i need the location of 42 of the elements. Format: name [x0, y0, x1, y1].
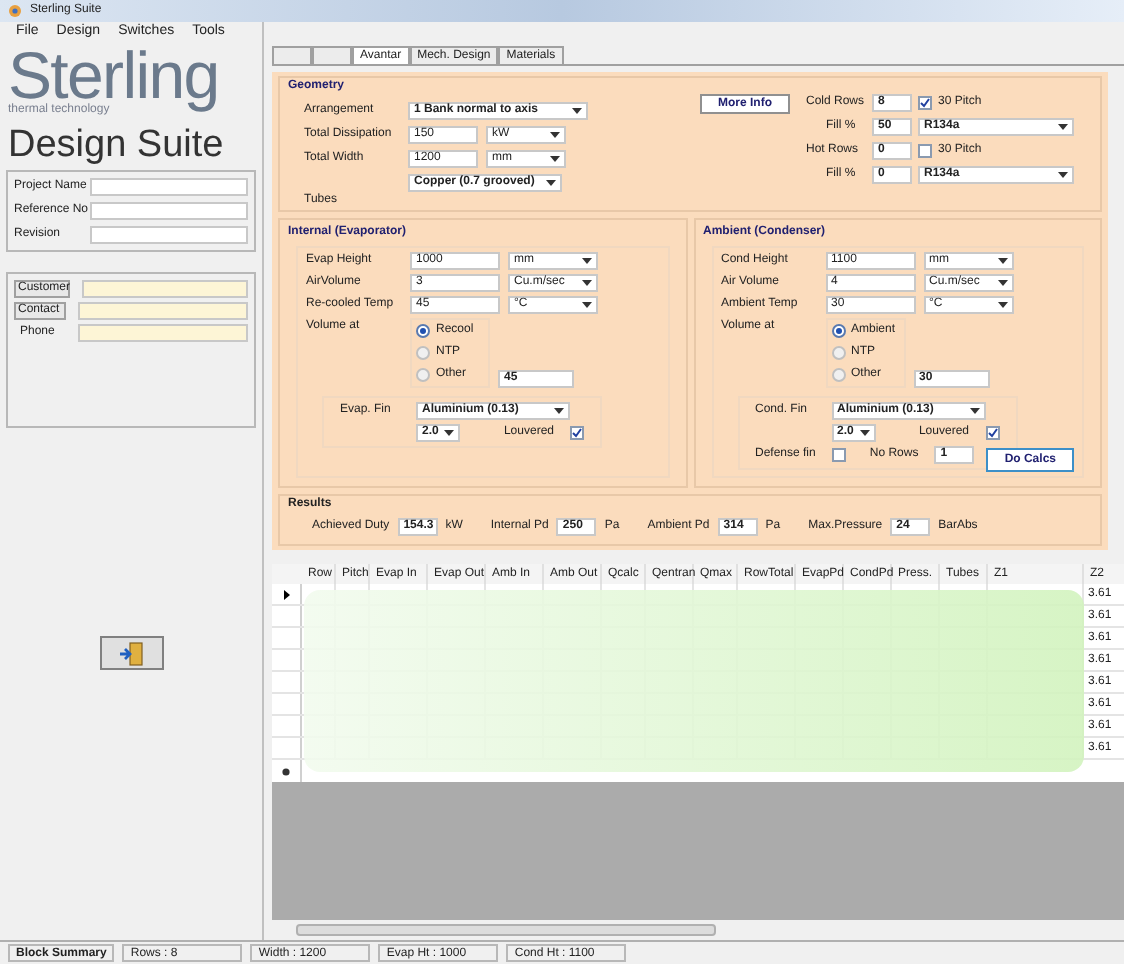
dropdown-caret-icon — [550, 132, 560, 138]
dropdown-caret-icon — [859, 430, 869, 436]
dropdown-caret-icon — [550, 156, 560, 162]
dropdown-caret-icon — [554, 408, 564, 414]
input-field[interactable] — [77, 324, 248, 342]
dropdown-caret-icon — [1058, 172, 1068, 178]
checkbox[interactable] — [985, 426, 999, 440]
app-heading: Design Suite — [8, 126, 226, 164]
door-arrow-icon — [117, 641, 145, 665]
radio-button[interactable] — [831, 324, 845, 338]
radio-button[interactable] — [416, 368, 430, 382]
tab[interactable] — [312, 46, 352, 64]
horizontal-scrollbar[interactable] — [296, 924, 716, 936]
dropdown-caret-icon — [997, 280, 1007, 286]
dropdown-caret-icon — [444, 430, 454, 436]
radio-button[interactable] — [831, 368, 845, 382]
input-field[interactable] — [78, 302, 248, 320]
radio-button[interactable] — [416, 346, 430, 360]
new-row-icon — [282, 767, 290, 775]
dropdown-caret-icon — [582, 258, 592, 264]
tab[interactable] — [272, 46, 312, 64]
input-field[interactable] — [90, 202, 248, 220]
dropdown-caret-icon — [582, 280, 592, 286]
dropdown-caret-icon — [572, 108, 582, 114]
checkbox[interactable] — [918, 144, 932, 158]
input-field[interactable] — [90, 226, 248, 244]
checkbox[interactable] — [570, 426, 584, 440]
dropdown-caret-icon — [1058, 124, 1068, 130]
radio-button[interactable] — [831, 346, 845, 360]
app-icon — [8, 4, 22, 18]
checkbox[interactable] — [918, 96, 932, 110]
radio-button[interactable] — [416, 324, 430, 338]
run-button[interactable] — [99, 636, 163, 670]
input-field[interactable] — [82, 280, 248, 298]
input-field[interactable] — [90, 178, 248, 196]
checkbox[interactable] — [831, 448, 846, 462]
dropdown-caret-icon — [546, 180, 556, 186]
dropdown-caret-icon — [997, 258, 1007, 264]
current-row-icon — [283, 589, 289, 599]
dropdown-caret-icon — [997, 302, 1007, 308]
dropdown-caret-icon — [969, 408, 979, 414]
dropdown-caret-icon — [582, 302, 592, 308]
